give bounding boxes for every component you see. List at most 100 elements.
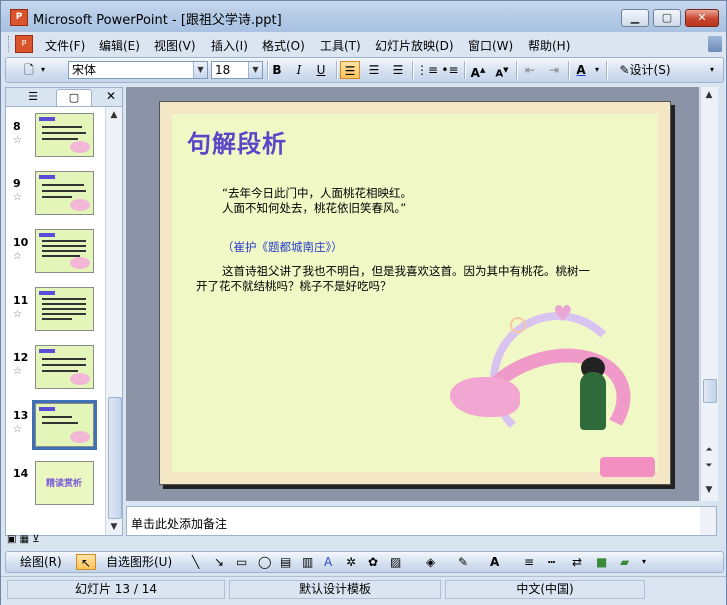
slide-scrollbar[interactable]: ▲ ⏶ ⏷ ▼ xyxy=(700,87,718,501)
previous-slide-icon[interactable]: ⏶ xyxy=(702,443,716,457)
circle-decoration xyxy=(510,317,526,333)
menu-grip[interactable] xyxy=(8,36,12,52)
poem-line-1[interactable]: “去年今日此门中，人面桃花相映红。 xyxy=(222,185,412,201)
align-left-button[interactable]: ☰ xyxy=(340,61,360,79)
notes-placeholder[interactable]: 单击此处添加备注 xyxy=(131,515,227,532)
thumb-title-bar xyxy=(39,349,55,353)
slides-pane-scrollbar[interactable]: ▲ ▼ xyxy=(105,107,122,535)
slide-thumbnail-8[interactable] xyxy=(35,113,94,157)
thumb-line xyxy=(42,303,86,305)
font-color-icon[interactable]: A xyxy=(572,61,590,79)
menu-help[interactable]: 帮助(H) xyxy=(528,37,570,54)
divider xyxy=(568,61,570,79)
dash-style-icon[interactable]: ┅ xyxy=(548,554,555,570)
divider xyxy=(412,61,414,79)
diagram-icon[interactable]: ✲ xyxy=(346,554,356,570)
decrease-indent-icon[interactable]: ⇤ xyxy=(520,61,540,79)
autoshapes-button[interactable]: 自选图形(U) xyxy=(106,554,172,570)
align-right-button[interactable]: ☰ xyxy=(388,61,408,79)
notes-scrollbar[interactable] xyxy=(700,507,716,535)
slide-thumbnail-10[interactable] xyxy=(35,229,94,273)
clipart-icon[interactable]: ✿ xyxy=(368,554,378,570)
slide-thumbnail-9[interactable] xyxy=(35,171,94,215)
slide-thumbnail-14[interactable]: 精读赏析 xyxy=(35,461,94,505)
3d-style-icon[interactable]: ▰ xyxy=(620,554,629,570)
font-color-dropdown-icon[interactable]: ▾ xyxy=(592,61,602,79)
scrollbar-thumb[interactable] xyxy=(108,397,122,519)
decrease-font-icon[interactable]: A▼ xyxy=(492,61,512,79)
scroll-down-icon[interactable]: ▼ xyxy=(702,483,716,497)
menu-view[interactable]: 视图(V) xyxy=(154,37,196,54)
menu-file[interactable]: 文件(F) xyxy=(45,37,85,54)
align-center-button[interactable]: ☰ xyxy=(364,61,384,79)
slide-thumbnail-12[interactable] xyxy=(35,345,94,389)
tab-outline[interactable]: ☰ xyxy=(20,89,46,105)
slide-title[interactable]: 句解段析 xyxy=(187,124,287,159)
menu-format[interactable]: 格式(O) xyxy=(262,37,305,54)
new-document-icon[interactable]: 🗋 xyxy=(20,61,38,79)
tab-slides[interactable]: ▢ xyxy=(56,89,92,106)
line-icon[interactable]: ╲ xyxy=(192,554,199,570)
shadow-style-icon[interactable]: ■ xyxy=(596,554,607,570)
vertical-textbox-icon[interactable]: ▥ xyxy=(302,554,313,570)
current-slide[interactable]: 句解段析 “去年今日此门中，人面桃花相映红。 人面不知何处去，桃花依旧笑春风。”… xyxy=(159,101,671,485)
font-size-select[interactable]: 18 ▼ xyxy=(211,61,263,79)
design-button[interactable]: ✎设计(S) xyxy=(610,61,680,79)
poem-source[interactable]: （崔护《题都城南庄》） xyxy=(222,239,343,255)
minimize-button[interactable]: ▁ xyxy=(621,9,649,27)
powerpoint-app-icon[interactable]: P xyxy=(10,9,28,26)
increase-indent-icon[interactable]: ⇥ xyxy=(544,61,564,79)
scroll-up-icon[interactable]: ▲ xyxy=(702,88,716,102)
chevron-down-icon[interactable]: ▼ xyxy=(193,62,207,78)
draw-menu-button[interactable]: 绘图(R) xyxy=(20,554,62,570)
font-name-select[interactable]: 宋体 ▼ xyxy=(68,61,208,79)
picture-icon[interactable]: ▨ xyxy=(390,554,401,570)
textbox-icon[interactable]: ▤ xyxy=(280,554,291,570)
bullet-list-icon[interactable]: •≡ xyxy=(440,61,460,79)
font-color-icon[interactable]: A xyxy=(490,554,499,570)
increase-font-icon[interactable]: A▲ xyxy=(468,61,488,80)
scrollbar-thumb[interactable] xyxy=(703,379,717,403)
maximize-button[interactable]: ▢ xyxy=(653,9,681,27)
heart-icon: ♥ xyxy=(553,302,573,327)
line-style-icon[interactable]: ≡ xyxy=(524,554,534,570)
select-arrow-icon[interactable]: ↖ xyxy=(76,554,96,570)
menu-edit[interactable]: 编辑(E) xyxy=(99,37,140,54)
slide-thumbnail-11[interactable] xyxy=(35,287,94,331)
paragraph-line-2[interactable]: 开了花不就结桃吗？桃子不是好吃吗？ xyxy=(196,278,392,294)
slideshow-view-icon[interactable]: ⊻ xyxy=(32,534,39,545)
italic-button[interactable]: I xyxy=(290,61,308,79)
arrow-style-icon[interactable]: ⇄ xyxy=(572,554,582,570)
toolbar-options-icon[interactable]: ▾ xyxy=(706,61,718,79)
arrow-icon[interactable]: ↘ xyxy=(214,554,224,570)
underline-button[interactable]: U xyxy=(312,61,330,79)
chevron-down-icon[interactable]: ▼ xyxy=(248,62,262,78)
notes-pane[interactable]: 单击此处添加备注 xyxy=(126,506,717,536)
next-slide-icon[interactable]: ⏷ xyxy=(702,459,716,473)
scroll-down-icon[interactable]: ▼ xyxy=(107,520,121,534)
toolbar-options-icon[interactable]: ▾ xyxy=(642,554,646,570)
bold-button[interactable]: B xyxy=(268,61,286,79)
close-button[interactable]: ✕ xyxy=(685,9,719,27)
scroll-up-icon[interactable]: ▲ xyxy=(107,108,121,122)
oval-icon[interactable]: ◯ xyxy=(258,554,271,570)
line-color-icon[interactable]: ✎ xyxy=(458,554,468,570)
wordart-icon[interactable]: A xyxy=(324,554,332,570)
toolbar-options-icon[interactable] xyxy=(708,36,722,52)
menu-slideshow[interactable]: 幻灯片放映(D) xyxy=(375,37,454,54)
slide-thumbnail-13[interactable] xyxy=(32,400,97,450)
slide-sorter-view-icon[interactable]: ▦ xyxy=(20,534,29,545)
document-icon[interactable]: P xyxy=(15,35,33,53)
resize-grip[interactable] xyxy=(649,580,721,599)
new-dropdown-arrow-icon[interactable]: ▾ xyxy=(38,61,48,79)
fill-color-icon[interactable]: ◈ xyxy=(426,554,435,570)
menu-insert[interactable]: 插入(I) xyxy=(211,37,248,54)
numbered-list-icon[interactable]: ⋮≡ xyxy=(416,61,438,79)
menu-window[interactable]: 窗口(W) xyxy=(468,37,513,54)
normal-view-icon[interactable]: ▣ xyxy=(7,534,16,545)
paragraph-line-1[interactable]: 这首诗祖父讲了我也不明白，但是我喜欢这首。因为其中有桃花。桃树一 xyxy=(222,263,590,279)
close-pane-icon[interactable]: ✕ xyxy=(106,89,116,103)
menu-tools[interactable]: 工具(T) xyxy=(320,37,361,54)
rectangle-icon[interactable]: ▭ xyxy=(236,554,247,570)
poem-line-2[interactable]: 人面不知何处去，桃花依旧笑春风。” xyxy=(222,200,406,216)
